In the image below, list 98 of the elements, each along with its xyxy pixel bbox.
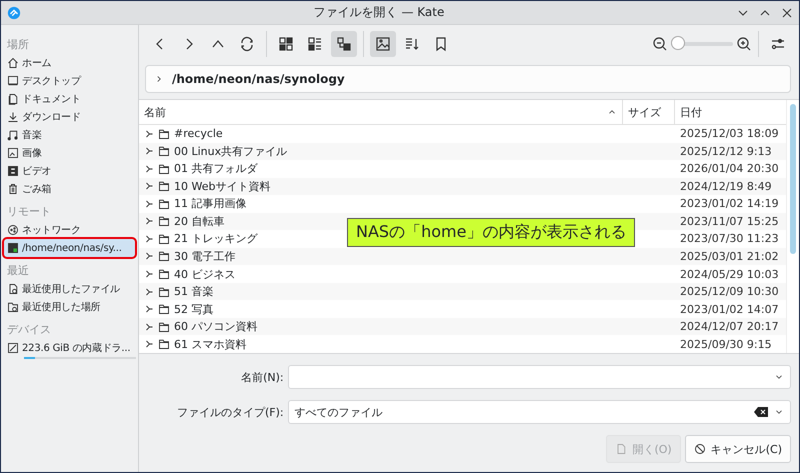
sidebar-item[interactable]: ホーム: [4, 54, 135, 72]
document-icon: [615, 443, 628, 455]
zoom-in-icon: [736, 36, 752, 52]
file-name[interactable]: 40 ビジネス: [174, 266, 236, 282]
file-name[interactable]: 10 Webサイト資料: [174, 178, 270, 194]
date-cell-text: 2023/01/02 14:07: [679, 302, 780, 316]
folder-icon: [158, 250, 170, 262]
cancel-button[interactable]: キャンセル(C): [684, 435, 791, 463]
date-cell-text: 2025/12/12 9:13: [679, 144, 773, 158]
zoom-slider[interactable]: [671, 36, 733, 52]
reload-icon: [239, 36, 255, 52]
zoom-out-icon: [652, 36, 668, 52]
annotation-callout: NASの「home」の内容が表示される: [347, 218, 636, 247]
field-label: ファイルのタイプ(F):: [176, 404, 284, 420]
file-name[interactable]: 51 音楽: [174, 284, 214, 300]
folder-icon: [158, 180, 170, 192]
monitor-icon: [7, 75, 19, 87]
date-cell-text: 2023/11/07 15:25: [679, 214, 780, 228]
folder-icon: [158, 198, 170, 210]
recent-file-icon: [7, 283, 19, 295]
section-heading: 最近: [6, 263, 30, 279]
sidebar-item[interactable]: ネットワーク: [4, 221, 135, 239]
sort-icon: [404, 36, 420, 52]
network-icon: [7, 224, 19, 236]
cancel-icon: [694, 443, 706, 455]
list-icon: [307, 36, 323, 52]
sidebar-item[interactable]: ごみ箱: [4, 180, 135, 198]
sidebar-item[interactable]: /home/neon/nas/sy...: [4, 239, 135, 257]
music-note-icon: [7, 129, 19, 141]
name-field[interactable]: [288, 365, 791, 389]
download-icon: [7, 111, 19, 123]
folder-icon: [158, 320, 170, 333]
date-cell-text: 2025/03/01 21:02: [679, 250, 780, 263]
folder-icon: [158, 303, 170, 316]
sidebar-item[interactable]: 音楽: [4, 126, 135, 144]
date-cell-text: 2023/07/30 11:23: [679, 232, 780, 246]
section-heading: デバイス: [6, 322, 52, 338]
sidebar-item[interactable]: デスクトップ: [4, 72, 135, 90]
recent-folder-icon: [7, 301, 19, 313]
sidebar-item[interactable]: 最近使用した場所: [4, 298, 135, 316]
date-cell-text: 2024/12/19 8:49: [679, 180, 773, 193]
file-name[interactable]: 52 写真: [174, 302, 214, 317]
sidebar-item[interactable]: ビデオ: [4, 162, 135, 180]
file-name[interactable]: #recycle: [174, 127, 223, 140]
image-icon: [375, 36, 391, 52]
file-name[interactable]: 11 記事用画像: [174, 196, 246, 212]
clear-icon[interactable]: [754, 407, 768, 417]
preview-button[interactable]: [370, 31, 396, 57]
close-icon[interactable]: [781, 6, 793, 18]
slider-thumb[interactable]: [671, 36, 685, 50]
sliders-icon: [770, 36, 786, 52]
field-label: 名前(N):: [240, 370, 284, 384]
house-icon: [7, 57, 19, 69]
file-name[interactable]: 30 電子工作: [174, 248, 236, 264]
file-name[interactable]: 61 スマホ資料: [174, 336, 246, 352]
file-name[interactable]: 21 トレッキング: [174, 231, 258, 246]
column-header[interactable]: 日付: [674, 100, 786, 124]
path-bar[interactable]: /home/neon/nas/synology: [145, 65, 791, 93]
date-cell-text: 2023/01/02 14:19: [679, 197, 780, 210]
date-cell-text: 2025/12/03 18:09: [679, 127, 780, 140]
sidebar-item[interactable]: ダウンロード: [4, 108, 135, 126]
path-text: /home/neon/nas/synology: [172, 72, 345, 86]
folder-icon: [158, 128, 170, 140]
trash-icon: [7, 183, 19, 195]
date-cell-text: 2024/12/07 20:17: [679, 320, 780, 334]
folder-icon: [158, 145, 170, 158]
sidebar-item[interactable]: 最近使用したファイル: [4, 280, 135, 298]
sidebar-item[interactable]: 223.6 GiB の内蔵ドラ...: [4, 339, 135, 357]
sidebar-item[interactable]: 画像: [4, 144, 135, 162]
image-icon: [7, 147, 19, 159]
file-name[interactable]: 00 Linux共有ファイル: [174, 144, 288, 159]
folder-icon: [158, 286, 170, 298]
grid-icon: [278, 36, 294, 52]
sidebar-item[interactable]: ドキュメント: [4, 90, 135, 108]
date-cell-text: 2026/01/04 20:30: [679, 162, 780, 176]
folder-icon: [158, 268, 170, 280]
window-title: ファイルを開く — Kate: [312, 4, 446, 21]
film-icon: [7, 165, 19, 177]
column-header[interactable]: サイズ: [622, 100, 674, 124]
date-cell-text: 2025/09/30 9:15: [679, 338, 773, 351]
document-icon: [7, 93, 19, 105]
date-cell-text: 2024/05/29 10:03: [679, 268, 780, 281]
app-logo-icon: [7, 6, 21, 20]
file-name[interactable]: 60 パソコン資料: [174, 319, 258, 334]
file-type-field[interactable]: すべてのファイル: [288, 400, 791, 424]
scrollbar[interactable]: [786, 100, 799, 353]
section-heading: リモート: [6, 204, 52, 220]
tree-icon: [336, 36, 352, 52]
section-heading: 場所: [6, 37, 30, 53]
date-cell-text: 2025/12/09 10:30: [679, 285, 780, 298]
file-name[interactable]: 20 自転車: [174, 214, 224, 229]
file-name[interactable]: 01 共有フォルダ: [174, 161, 258, 176]
folder-icon: [158, 232, 170, 245]
column-header[interactable]: 名前: [139, 100, 622, 124]
view-mode-button[interactable]: [331, 31, 357, 57]
folder-icon: [158, 215, 170, 228]
folder-icon: [158, 338, 170, 350]
folder-icon: [158, 162, 170, 175]
